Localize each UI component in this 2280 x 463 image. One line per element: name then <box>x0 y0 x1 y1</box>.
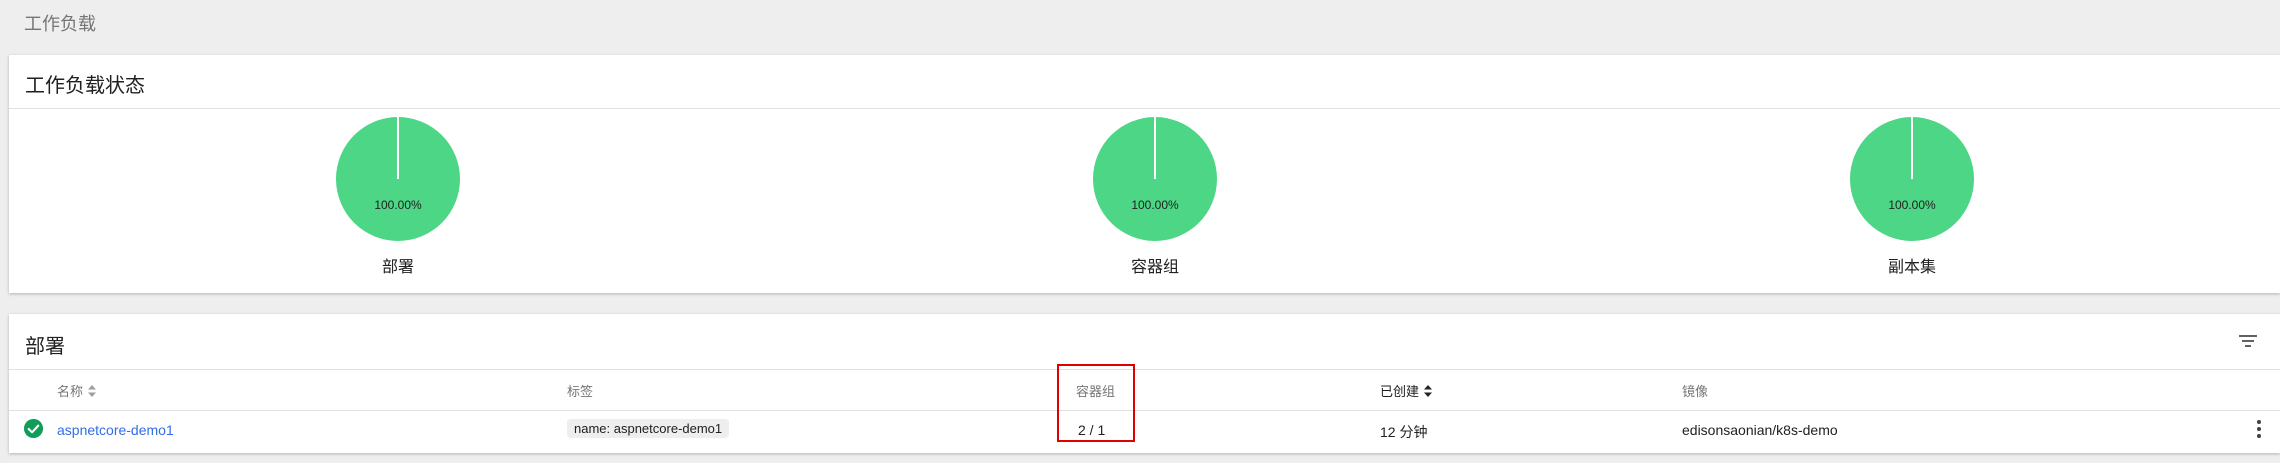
pie-percent-label: 100.00% <box>1888 198 1936 212</box>
pie-caption: 容器组 <box>1130 259 1179 276</box>
column-header-name-label: 名称 <box>57 384 84 399</box>
created-cell: 12 分钟 <box>1380 422 1427 442</box>
pods-count: 2 / 1 <box>1078 422 1106 438</box>
sort-active-icon <box>1424 384 1433 397</box>
deployments-title: 部署 <box>25 336 65 358</box>
column-header-labels: 标签 <box>567 381 593 400</box>
deployments-card: 部署 名称 标签 容器组 已创建 镜像 aspnetcore-demo1 nam… <box>9 314 2280 453</box>
pie-caption: 部署 <box>381 259 414 276</box>
divider <box>9 108 2280 109</box>
column-header-name[interactable]: 名称 <box>57 381 97 400</box>
pie-percent-label: 100.00% <box>374 198 422 212</box>
pie-chart-replicasets: 100.00% 副本集 <box>1832 115 1992 277</box>
label-chip: name: aspnetcore-demo1 <box>567 419 730 438</box>
breadcrumb: 工作负载 <box>0 0 2280 46</box>
pie-caption: 副本集 <box>1887 259 1936 276</box>
workload-status-title: 工作负载状态 <box>25 75 145 97</box>
check-circle-icon <box>23 418 44 439</box>
column-header-pods-label: 容器组 <box>1076 384 1116 399</box>
labels-cell: name: aspnetcore-demo1 <box>567 419 730 438</box>
pods-cell: 2 / 1 <box>1078 422 1105 438</box>
column-header-pods: 容器组 <box>1076 381 1115 400</box>
pie-deployments-svg: 100.00% <box>336 117 460 241</box>
column-header-images-label: 镜像 <box>1682 384 1709 399</box>
filter-list-icon[interactable] <box>2238 331 2258 351</box>
deployment-name-cell: aspnetcore-demo1 <box>57 422 174 438</box>
column-header-created-label: 已创建 <box>1380 384 1420 399</box>
breadcrumb-title: 工作负载 <box>24 14 96 34</box>
created-age: 12 分钟 <box>1380 424 1428 440</box>
image-name: edisonsaonian/k8s-demo <box>1682 422 1838 438</box>
pie-pods-svg: 100.00% <box>1093 117 1217 241</box>
pie-chart-deployments: 100.00% 部署 <box>318 115 478 277</box>
column-header-labels-label: 标签 <box>567 384 594 399</box>
more-vert-icon[interactable] <box>2256 418 2262 440</box>
pie-chart-pods: 100.00% 容器组 <box>1075 115 1235 277</box>
workload-status-card: 工作负载状态 100.00% 部署 100.00% 容器组 100.00% 副本… <box>9 55 2280 293</box>
pie-percent-label: 100.00% <box>1131 198 1179 212</box>
pie-replicasets-svg: 100.00% <box>1850 117 1974 241</box>
divider <box>9 410 2280 411</box>
column-header-images: 镜像 <box>1682 381 1708 400</box>
images-cell: edisonsaonian/k8s-demo <box>1682 422 1838 438</box>
divider <box>9 369 2280 370</box>
deployment-name-link[interactable]: aspnetcore-demo1 <box>57 422 174 438</box>
sort-icon <box>88 384 97 397</box>
column-header-created[interactable]: 已创建 <box>1380 381 1433 400</box>
